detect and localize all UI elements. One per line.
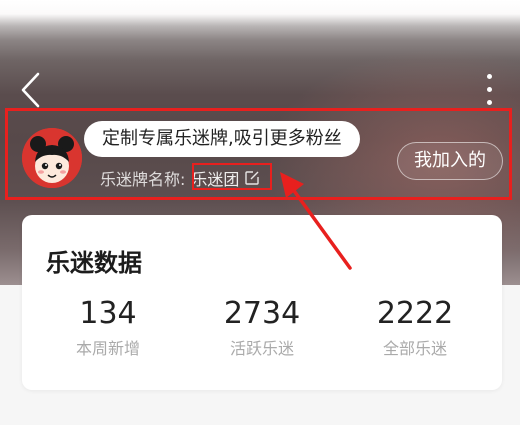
tooltip-promo: 定制专属乐迷牌,吸引更多粉丝 — [84, 121, 360, 157]
card-title: 乐迷数据 — [46, 249, 142, 277]
joined-button[interactable]: 我加入的 — [397, 142, 503, 180]
avatar-cartoon-face — [22, 128, 82, 188]
fan-badge-label: 乐迷牌名称: — [100, 170, 186, 189]
avatar[interactable] — [22, 128, 82, 188]
vertical-dots-icon-dot — [487, 87, 492, 92]
stat-value: 2734 — [223, 296, 301, 331]
stat-label: 活跃乐迷 — [229, 339, 294, 358]
chevron-left-icon — [21, 72, 40, 108]
stat-label: 本周新增 — [75, 339, 140, 358]
vertical-dots-icon-dot — [487, 100, 492, 105]
stat-label: 全部乐迷 — [382, 339, 447, 358]
stat-value: 2222 — [376, 296, 454, 331]
fan-badge-name-edit[interactable]: 乐迷团 — [187, 166, 264, 190]
stat-weekly-new: 134 本周新增 — [33, 295, 183, 359]
back-button[interactable] — [18, 70, 44, 110]
stat-value: 134 — [79, 296, 137, 331]
fan-badge-name: 乐迷团 — [191, 170, 240, 189]
vertical-dots-icon — [487, 74, 492, 79]
fan-stats-card: 乐迷数据 134 本周新增 2734 活跃乐迷 2222 全部乐迷 — [22, 215, 502, 390]
stat-active-fans: 2734 活跃乐迷 — [187, 295, 337, 359]
stat-all-fans: 2222 全部乐迷 — [340, 295, 490, 359]
more-options-button[interactable] — [480, 72, 500, 108]
edit-icon — [245, 171, 260, 185]
annotation-arrow-icon — [280, 172, 352, 270]
fan-badge-row: 乐迷牌名称: 乐迷团 — [100, 166, 264, 190]
